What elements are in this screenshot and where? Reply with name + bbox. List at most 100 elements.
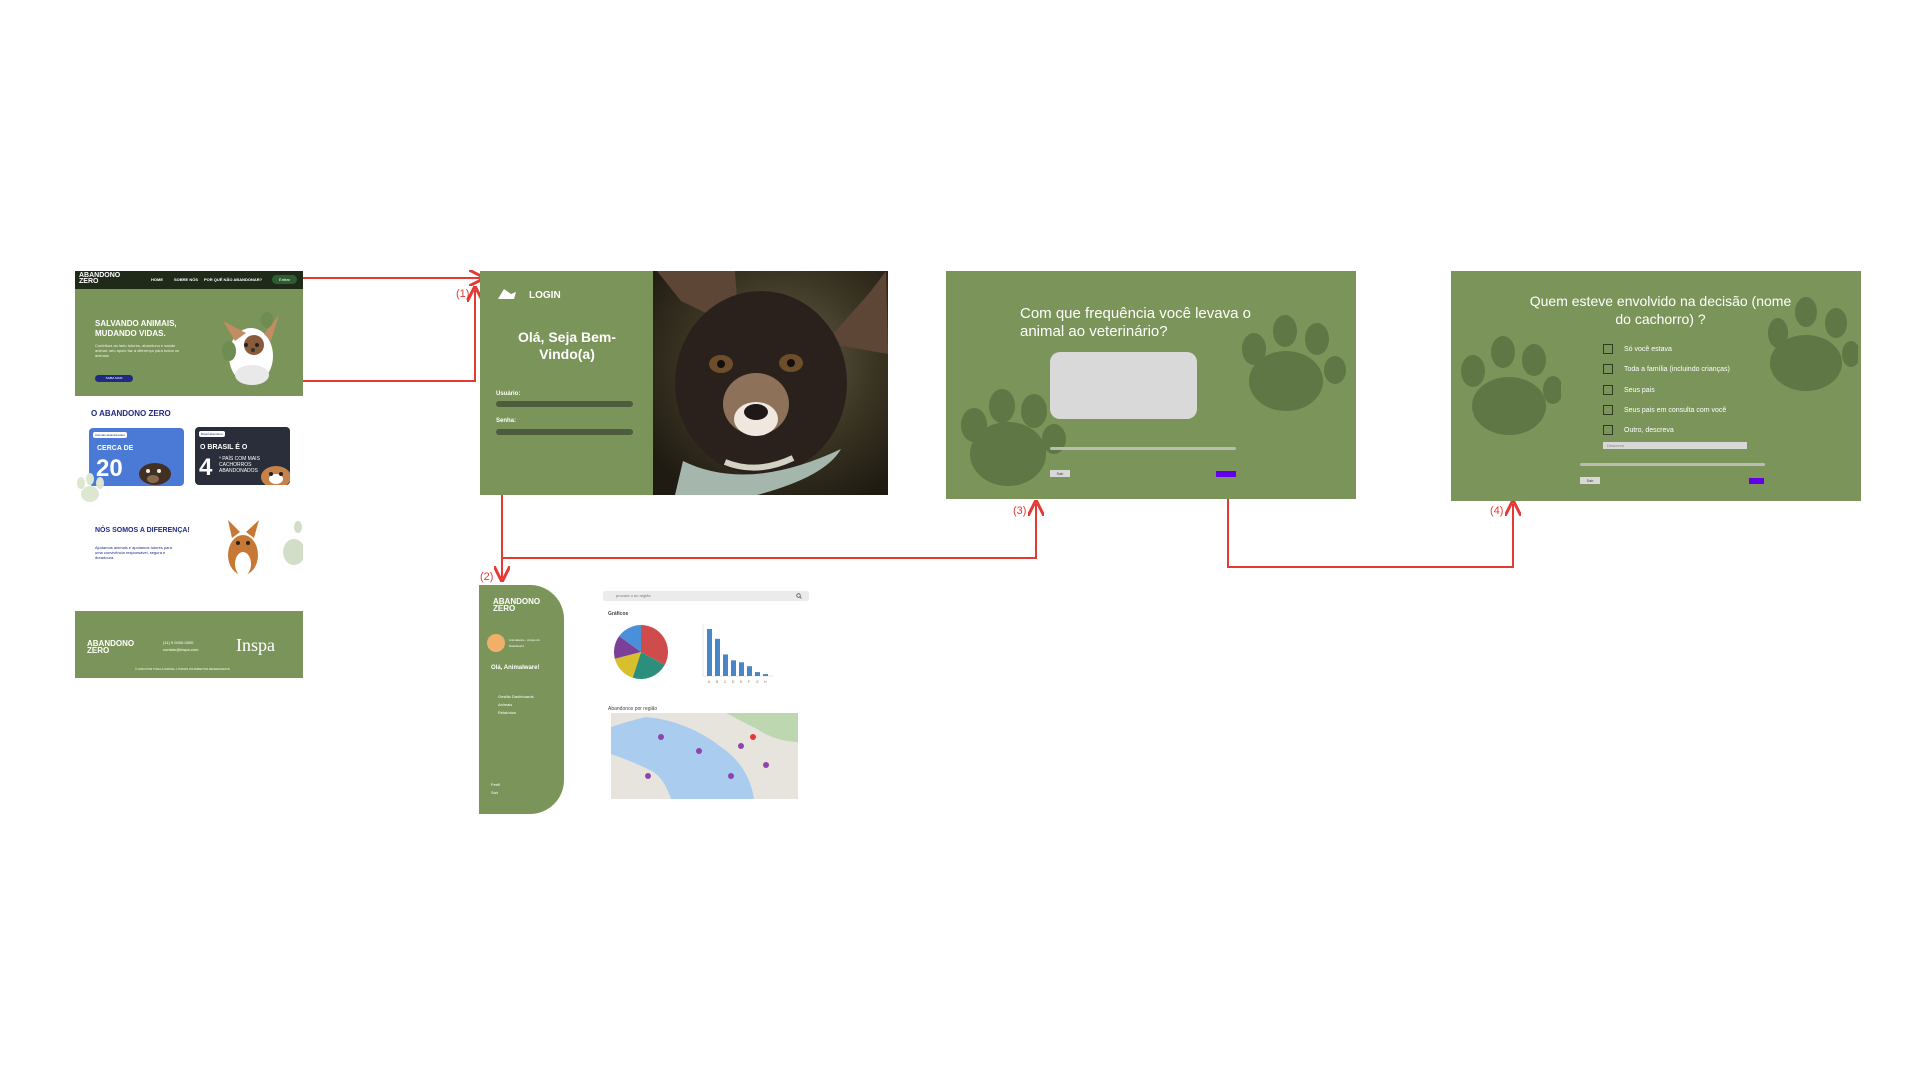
sidebar-item-animals[interactable]: Animais xyxy=(498,702,512,707)
pie-chart xyxy=(614,625,668,679)
stat-card-pill: Animais abandonados xyxy=(93,432,127,438)
paw-icon xyxy=(1461,336,1561,435)
paw-decoration-icon xyxy=(77,473,104,502)
difference-title: NÓS SOMOS A DIFERENÇA! xyxy=(95,527,190,534)
back-button[interactable]: Sair xyxy=(1050,470,1070,477)
difference-text: Ajudamos animais e apoiamos tutores para… xyxy=(95,545,172,560)
bar-E xyxy=(739,662,744,676)
landing-logo: ABANDONO ZERO xyxy=(79,272,121,285)
step-1-label: (1) xyxy=(456,288,470,300)
next-button[interactable] xyxy=(1749,478,1764,484)
back-button[interactable]: Sair xyxy=(1580,477,1600,484)
bar-label: B xyxy=(716,680,719,684)
option-alone[interactable]: Só você estava xyxy=(1603,344,1672,354)
brand-icon xyxy=(498,289,516,299)
sidebar-logo: ABANDONO ZERO xyxy=(493,597,541,613)
option-family[interactable]: Toda a família (incluindo crianças) xyxy=(1603,364,1730,374)
stat-card-pill: Brasil abandono xyxy=(199,431,225,437)
checkbox[interactable] xyxy=(1603,425,1613,435)
option-label: Seus pais em consulta com você xyxy=(1624,406,1727,414)
option-label: Outro, descreva xyxy=(1624,426,1674,434)
checkbox[interactable] xyxy=(1603,385,1613,395)
bar-label: H xyxy=(764,680,767,684)
landing-footer: ABANDONO ZERO (11) 9 0000-0000 contato@i… xyxy=(75,611,303,678)
step-2-label: (2) xyxy=(480,571,494,583)
checkbox[interactable] xyxy=(1603,364,1613,374)
bar-H xyxy=(763,674,768,676)
stat-label: CERCA DE xyxy=(97,445,134,452)
bar-label: C xyxy=(724,680,727,684)
footer-email: contato@inspa.com xyxy=(163,647,199,652)
bar-label: D xyxy=(732,680,735,684)
search-icon xyxy=(796,593,802,599)
survey-question: Com que frequência você levava o animal … xyxy=(1020,305,1251,340)
nav-about[interactable]: SOBRE NÓS xyxy=(174,277,198,282)
hero-section: SALVANDO ANIMAIS, MUDANDO VIDAS. Contrib… xyxy=(75,289,303,396)
landing-navbar: ABANDONO ZERO HOME SOBRE NÓS POR QUÊ NÃO… xyxy=(75,271,303,289)
bar-label: F xyxy=(748,680,750,684)
bar-chart: A B C D E F G H xyxy=(702,624,773,684)
bar-G xyxy=(755,672,760,676)
region-map[interactable] xyxy=(611,713,798,799)
user-name: Animalware - Amigo do xyxy=(509,638,540,642)
footer-logo: ABANDONO ZERO xyxy=(87,639,135,655)
map-title: Abandonos por região xyxy=(608,706,658,712)
checkbox[interactable] xyxy=(1603,405,1613,415)
progress-bar xyxy=(1050,447,1236,450)
search-input[interactable]: procure o eu região xyxy=(603,591,809,601)
sidebar-item-profile[interactable]: Perfil xyxy=(491,782,500,787)
login-greeting: Olá, Seja Bem-Vindo(a) xyxy=(517,329,617,362)
password-input[interactable] xyxy=(496,429,633,435)
bar-D xyxy=(731,660,736,676)
checkbox[interactable] xyxy=(1603,344,1613,354)
footer-partner-logo: Inspa xyxy=(236,635,275,655)
bar-A xyxy=(707,629,712,676)
hero-learn-more-button[interactable]: SAIBA MAIS xyxy=(95,375,133,382)
bar-label: E xyxy=(740,680,743,684)
option-parents-consult[interactable]: Seus pais em consulta com você xyxy=(1603,405,1726,415)
nav-home[interactable]: HOME xyxy=(151,277,163,282)
search-placeholder: procure o eu região xyxy=(616,593,651,598)
sidebar-item-logout[interactable]: Sair xyxy=(491,790,498,795)
hero-text: Contribua ao lado tutores, abandono e sa… xyxy=(95,343,180,358)
dog-image-left xyxy=(139,463,171,485)
map-image xyxy=(611,713,798,799)
nav-why[interactable]: POR QUÊ NÃO ABANDONAR? xyxy=(204,277,262,282)
progress-bar xyxy=(1580,463,1765,466)
user-subtitle: Dashboard xyxy=(509,644,524,648)
step-3-label: (3) xyxy=(1013,505,1027,517)
bar-label: G xyxy=(756,680,759,684)
charts-title: Gráficos xyxy=(608,611,629,617)
enter-button[interactable]: Entrar xyxy=(272,275,297,284)
stat-label: O BRASIL É O xyxy=(200,444,248,451)
option-other[interactable]: Outro, descreva xyxy=(1603,425,1674,435)
dog-photo xyxy=(653,271,888,495)
username-input[interactable] xyxy=(496,401,633,407)
dashboard-greeting: Olá, Animalware! xyxy=(491,665,540,671)
other-description-input[interactable]: Descreva xyxy=(1603,442,1747,449)
survey-frequency-screen: Com que frequência você levava o animal … xyxy=(946,271,1356,499)
option-parents[interactable]: Seus pais xyxy=(1603,385,1655,395)
answer-textarea[interactable] xyxy=(1050,352,1197,419)
dog-photo-image xyxy=(653,271,888,495)
step-4-label: (4) xyxy=(1490,505,1504,517)
bar-label: A xyxy=(708,680,711,684)
next-button[interactable] xyxy=(1216,471,1236,477)
login-title: LOGIN xyxy=(529,290,561,301)
avatar xyxy=(487,634,505,652)
option-label: Seus pais xyxy=(1624,386,1655,394)
footer-phone: (11) 9 0000-0000 xyxy=(163,640,194,645)
stat-number: 4 xyxy=(199,454,213,481)
login-panel: LOGIN Olá, Seja Bem-Vindo(a) Usuário: Se… xyxy=(480,271,653,495)
corgi-image xyxy=(228,520,259,576)
dashboard-main: procure o eu região Gráficos A B C D E F G H Ab… xyxy=(603,589,811,809)
option-label: Toda a família (incluindo crianças) xyxy=(1624,365,1730,373)
bar-B xyxy=(715,638,720,676)
sidebar-item-dashboards[interactable]: Gestão Dashboards xyxy=(498,694,534,699)
sidebar-item-reports[interactable]: Relatórios xyxy=(498,710,516,715)
survey-decision-screen: Quem esteve envolvido na decisão (nome d… xyxy=(1451,271,1861,501)
puppy-image xyxy=(222,312,279,385)
about-title: O ABANDONO ZERO xyxy=(91,409,171,418)
password-label: Senha: xyxy=(496,418,517,424)
username-label: Usuário: xyxy=(496,391,521,397)
